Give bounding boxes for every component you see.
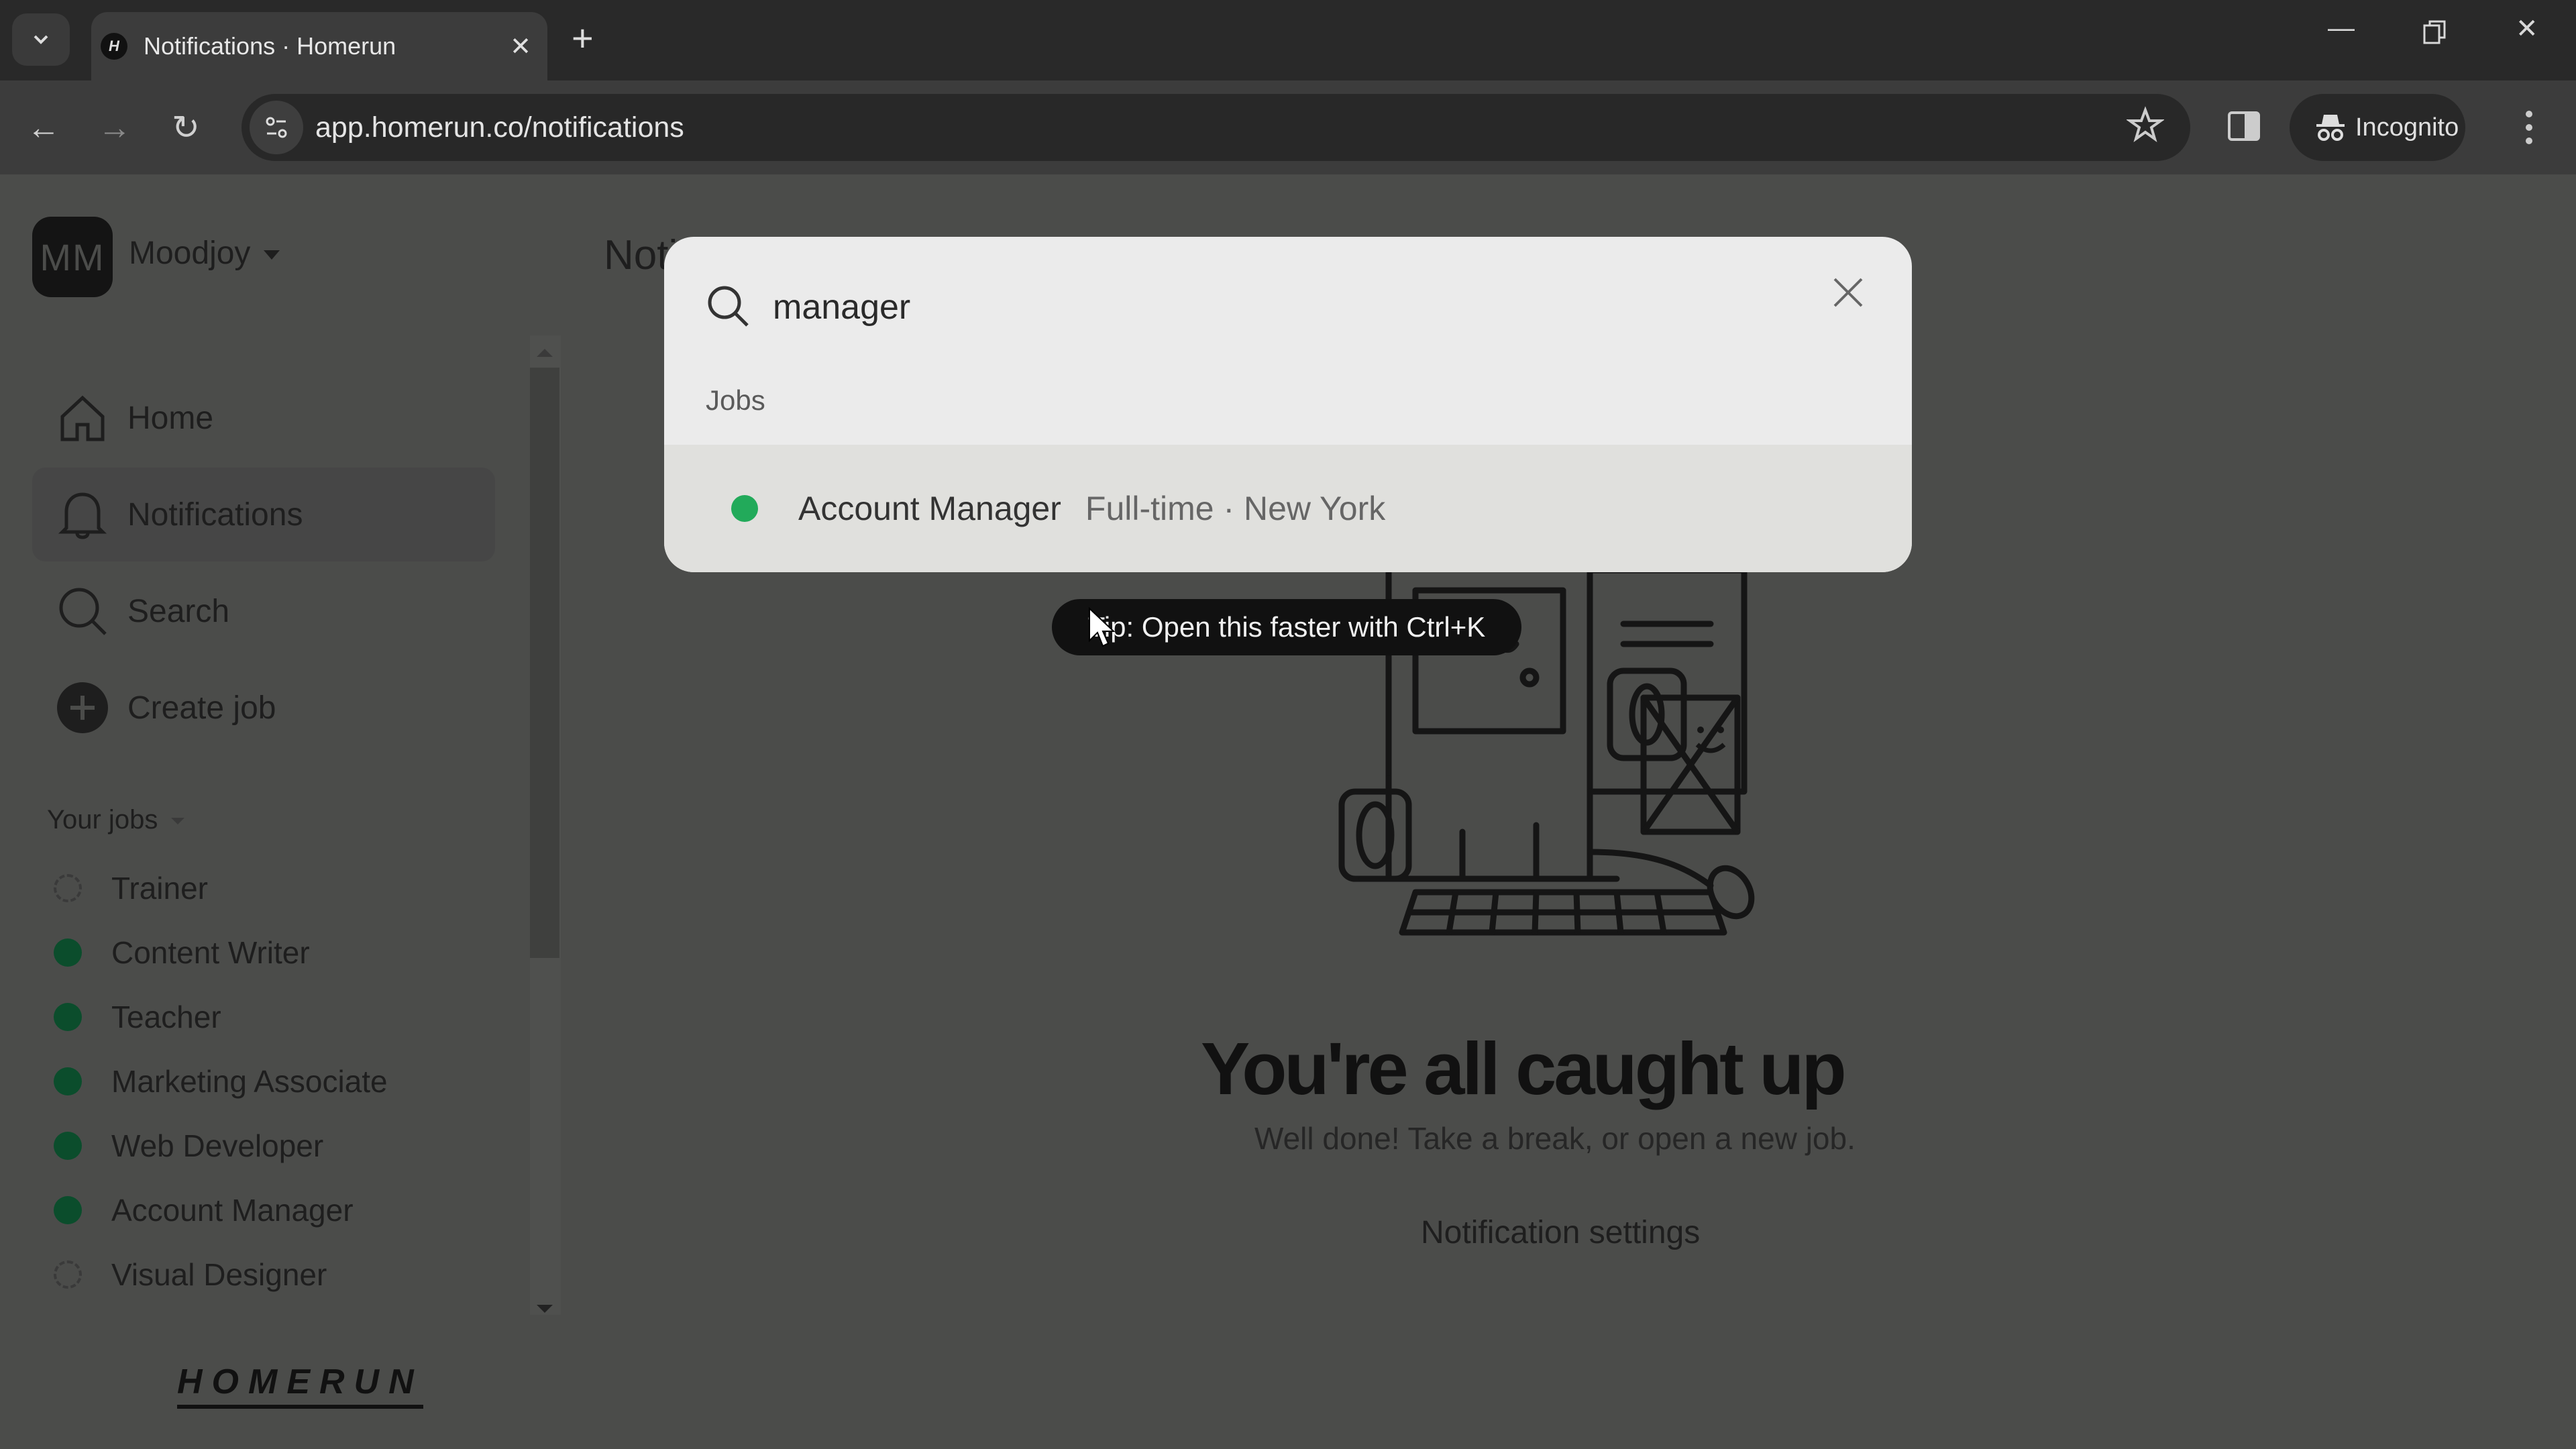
published-status-icon [54, 1196, 82, 1224]
draft-status-icon [54, 1260, 82, 1289]
scroll-up-arrow-icon[interactable] [537, 349, 553, 357]
caret-down-icon [264, 250, 280, 260]
job-item[interactable]: Trainer [54, 861, 208, 915]
notification-settings-link[interactable]: Notification settings [1421, 1214, 1700, 1251]
search-icon [52, 584, 113, 638]
job-item[interactable]: Account Manager [54, 1183, 354, 1237]
job-item[interactable]: Content Writer [54, 926, 310, 979]
shortcut-tip-tooltip: Tip: Open this faster with Ctrl+K [1052, 599, 1521, 655]
job-item[interactable]: Visual Designer [54, 1248, 327, 1301]
browser-menu-icon[interactable] [2522, 107, 2536, 151]
your-jobs-label: Your jobs [47, 805, 158, 835]
tab-close-icon[interactable]: ✕ [510, 32, 531, 62]
window-close-icon[interactable]: ✕ [2516, 13, 2538, 44]
site-settings-icon[interactable] [250, 101, 303, 154]
your-jobs-toggle[interactable]: Your jobs [47, 805, 185, 835]
search-icon [704, 282, 751, 333]
sidebar-item-label: Home [127, 400, 214, 436]
results-section-label: Jobs [706, 384, 765, 416]
homerun-logo[interactable]: HOMERUN [177, 1362, 423, 1409]
bell-icon [52, 488, 113, 541]
incognito-label: Incognito [2355, 113, 2459, 142]
org-switcher[interactable]: Moodjoy [129, 235, 280, 272]
job-item[interactable]: Web Developer [54, 1119, 323, 1173]
url-text[interactable]: app.homerun.co/notifications [315, 107, 684, 148]
incognito-badge[interactable]: Incognito [2290, 94, 2465, 161]
homerun-favicon-icon: H [101, 33, 127, 60]
sidebar-item-home[interactable]: Home [32, 371, 495, 465]
caught-up-subtext: Well done! Take a break, or open a new j… [1254, 1121, 1856, 1156]
chevron-down-icon [34, 35, 48, 44]
draft-status-icon [54, 874, 82, 902]
sidebar-item-label: Create job [127, 690, 276, 726]
search-modal: Jobs Account Manager Full-time · New Yor… [664, 237, 1912, 572]
mouse-cursor-icon [1089, 607, 1115, 647]
bookmark-star-icon[interactable] [2125, 106, 2165, 147]
published-status-icon [54, 1003, 82, 1031]
minimize-icon[interactable]: — [2328, 13, 2355, 44]
search-row [704, 270, 1872, 344]
search-result-item[interactable]: Account Manager Full-time · New York [664, 445, 1912, 572]
reload-icon[interactable]: ↻ [172, 101, 200, 154]
close-icon[interactable] [1825, 269, 1872, 316]
sidebar-item-label: Notifications [127, 496, 303, 533]
job-status-icon [731, 495, 758, 522]
result-job-meta: Full-time · New York [1085, 490, 1386, 527]
job-label: Visual Designer [111, 1257, 327, 1292]
job-label: Marketing Associate [111, 1064, 388, 1099]
home-icon [52, 392, 113, 443]
job-label: Account Manager [111, 1193, 354, 1228]
published-status-icon [54, 938, 82, 967]
search-input[interactable] [771, 286, 1713, 328]
org-name: Moodjoy [129, 235, 251, 271]
sidebar-item-label: Search [127, 593, 230, 629]
published-status-icon [54, 1067, 82, 1095]
browser-tab[interactable]: H Notifications · Homerun ✕ [91, 12, 547, 80]
job-label: Content Writer [111, 935, 310, 970]
caret-down-icon [171, 818, 185, 825]
incognito-icon [2316, 115, 2345, 141]
published-status-icon [54, 1132, 82, 1160]
sidebar-scrollbar-thumb[interactable] [530, 368, 559, 958]
job-label: Trainer [111, 871, 208, 906]
job-item[interactable]: Marketing Associate [54, 1055, 388, 1108]
job-item[interactable]: Teacher [54, 990, 221, 1044]
scroll-down-arrow-icon[interactable] [537, 1305, 553, 1313]
tab-search-button[interactable] [12, 13, 70, 66]
sidebar-item-notifications[interactable]: Notifications [32, 468, 495, 561]
side-panel-icon[interactable] [2227, 111, 2261, 145]
sidebar-item-search[interactable]: Search [32, 564, 495, 658]
back-icon[interactable]: ← [27, 101, 60, 154]
job-label: Teacher [111, 1000, 221, 1034]
org-avatar[interactable]: MM [32, 217, 113, 297]
result-job-name: Account Manager [798, 490, 1061, 527]
plus-circle-icon [52, 681, 113, 735]
tab-title: Notifications · Homerun [144, 32, 396, 60]
caught-up-headline: You're all caught up [1201, 1028, 1847, 1110]
forward-icon[interactable]: → [98, 101, 131, 154]
new-tab-button[interactable]: + [572, 15, 594, 62]
sidebar-item-create-job[interactable]: Create job [32, 661, 495, 755]
job-label: Web Developer [111, 1128, 324, 1163]
restore-icon[interactable] [2422, 19, 2449, 52]
